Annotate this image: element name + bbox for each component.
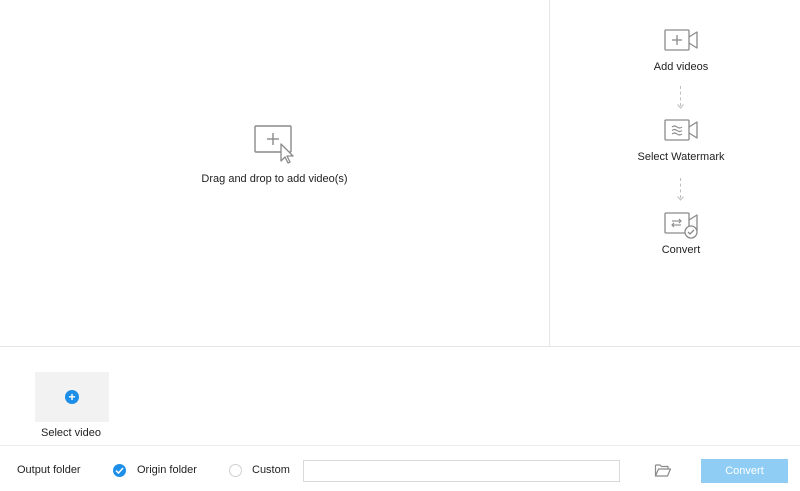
folder-open-icon[interactable] — [654, 462, 672, 478]
drop-area[interactable]: Drag and drop to add video(s) — [0, 0, 549, 346]
custom-radio[interactable] — [229, 464, 242, 477]
checkmark-icon — [115, 467, 124, 475]
plus-circle-icon: + — [65, 390, 79, 404]
horizontal-divider — [0, 346, 800, 347]
add-video-camera-icon — [662, 27, 700, 57]
watermark-camera-icon — [662, 117, 700, 147]
output-folder-label: Output folder — [17, 464, 81, 476]
step-connector — [680, 86, 681, 106]
select-video-button[interactable]: + — [35, 372, 109, 422]
step-label: Select Watermark — [637, 151, 725, 163]
step-label: Convert — [661, 244, 701, 256]
step-convert: Convert — [550, 210, 800, 256]
step-add-videos: Add videos — [550, 27, 800, 73]
output-bar: Output folder Origin folder Custom Conve… — [0, 446, 800, 491]
step-select-watermark: Select Watermark — [550, 117, 800, 163]
output-path-input[interactable] — [303, 460, 620, 482]
origin-folder-label[interactable]: Origin folder — [137, 464, 197, 476]
add-video-cursor-icon — [253, 124, 297, 164]
step-label: Add videos — [653, 61, 709, 73]
convert-button[interactable]: Convert — [701, 459, 788, 483]
select-video-label: Select video — [41, 427, 101, 439]
origin-folder-radio[interactable] — [113, 464, 126, 477]
step-connector — [680, 178, 681, 198]
down-arrow-icon — [677, 104, 684, 109]
steps-panel: Add videos Select Watermark Convert — [550, 0, 800, 346]
convert-camera-icon — [662, 210, 700, 240]
drop-area-content: Drag and drop to add video(s) — [0, 124, 549, 185]
custom-label[interactable]: Custom — [252, 464, 290, 476]
drop-area-text: Drag and drop to add video(s) — [201, 173, 348, 185]
down-arrow-icon — [677, 196, 684, 201]
